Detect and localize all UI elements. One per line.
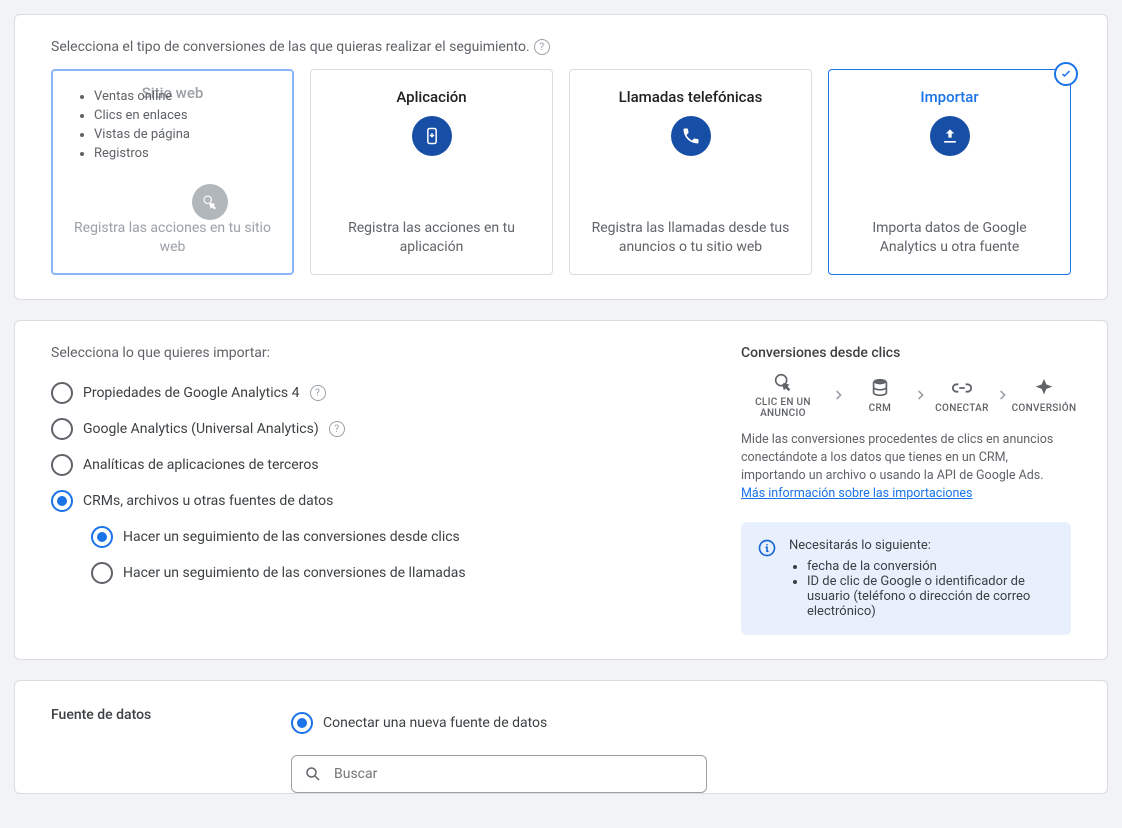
chevron-right-icon (999, 388, 1007, 402)
card-phone-title: Llamadas telefónicas (619, 88, 763, 106)
subopt-calls-label: Hacer un seguimiento de las conversiones… (123, 565, 466, 581)
opt-thirdparty[interactable]: Analíticas de aplicaciones de terceros (51, 447, 711, 483)
subopt-calls[interactable]: Hacer un seguimiento de las conversiones… (91, 555, 711, 591)
chevron-right-icon (835, 388, 843, 402)
type-prompt: Selecciona el tipo de conversiones de la… (51, 39, 1071, 55)
radio-checked (91, 526, 113, 548)
opt-new-source[interactable]: Conectar una nueva fuente de datos (291, 705, 707, 741)
card-website[interactable]: Sitio web Ventas online Clics en enlaces… (51, 69, 294, 275)
card-import-title: Importar (920, 88, 978, 106)
radio-checked (291, 712, 313, 734)
cursor-click-icon (192, 184, 228, 220)
help-icon[interactable]: ? (534, 39, 550, 55)
card-website-examples: Ventas online Clics en enlaces Vistas de… (66, 88, 279, 163)
right-title: Conversiones desde clics (741, 345, 1071, 361)
ad-click-icon (772, 371, 794, 393)
conversion-flow: CLIC EN UN ANUNCIO CRM CONECTAR CONVERSI… (741, 371, 1071, 419)
phone-icon (671, 116, 711, 156)
opt-ga4[interactable]: Propiedades de Google Analytics 4 ? (51, 375, 711, 411)
need-item: ID de clic de Google o identificador de … (807, 574, 1055, 619)
opt-new-source-label: Conectar una nueva fuente de datos (323, 715, 547, 731)
need-item: fecha de la conversión (807, 559, 1055, 574)
card-app-desc: Registra las acciones en tu aplicación (325, 219, 538, 258)
right-desc: Mide las conversiones procedentes de cli… (741, 431, 1071, 504)
app-icon (412, 116, 452, 156)
data-source-panel: Fuente de datos Conectar una nueva fuent… (14, 680, 1108, 794)
opt-ga4-label: Propiedades de Google Analytics 4 (83, 385, 300, 401)
link-icon (951, 377, 973, 399)
card-phone-desc: Registra las llamadas desde tus anuncios… (584, 219, 797, 258)
search-input[interactable] (332, 765, 694, 783)
card-website-desc: Registra las acciones en tu sitio web (66, 219, 279, 258)
radio-checked (51, 490, 73, 512)
card-import-desc: Importa datos de Google Analytics u otra… (843, 219, 1056, 258)
conversion-type-panel: Selecciona el tipo de conversiones de la… (14, 14, 1108, 300)
opt-ua[interactable]: Google Analytics (Universal Analytics) ? (51, 411, 711, 447)
opt-ua-label: Google Analytics (Universal Analytics) (83, 421, 319, 437)
type-prompt-text: Selecciona el tipo de conversiones de la… (51, 39, 530, 55)
subopt-clicks-label: Hacer un seguimiento de las conversiones… (123, 529, 460, 545)
requirements-box: Necesitarás lo siguiente: fecha de la co… (741, 522, 1071, 635)
opt-crm[interactable]: CRMs, archivos u otras fuentes de datos (51, 483, 711, 519)
radio-unchecked (51, 418, 73, 440)
help-icon[interactable]: ? (329, 421, 345, 437)
search-icon (304, 765, 322, 783)
card-import[interactable]: Importar Importa datos de Google Analyti… (828, 69, 1071, 275)
needs-heading: Necesitarás lo siguiente: (789, 538, 1055, 553)
datasource-label: Fuente de datos (51, 705, 261, 723)
search-box[interactable] (291, 755, 707, 793)
card-app-title: Aplicación (396, 88, 466, 106)
subopt-clicks[interactable]: Hacer un seguimiento de las conversiones… (91, 519, 711, 555)
chevron-right-icon (917, 388, 925, 402)
radio-unchecked (51, 454, 73, 476)
import-heading: Selecciona lo que quieres importar: (51, 345, 711, 361)
radio-unchecked (51, 382, 73, 404)
help-icon[interactable]: ? (310, 385, 326, 401)
card-phone[interactable]: Llamadas telefónicas Registra las llamad… (569, 69, 812, 275)
import-options-panel: Selecciona lo que quieres importar: Prop… (14, 320, 1108, 660)
database-icon (869, 377, 891, 399)
opt-crm-label: CRMs, archivos u otras fuentes de datos (83, 493, 333, 509)
sparkle-icon (1033, 377, 1055, 399)
opt-thirdparty-label: Analíticas de aplicaciones de terceros (83, 457, 319, 473)
check-icon (1054, 62, 1078, 86)
more-info-link[interactable]: Más información sobre las importaciones (741, 486, 973, 501)
radio-unchecked (91, 562, 113, 584)
upload-icon (930, 116, 970, 156)
info-icon (757, 538, 777, 619)
card-app[interactable]: Aplicación Registra las acciones en tu a… (310, 69, 553, 275)
